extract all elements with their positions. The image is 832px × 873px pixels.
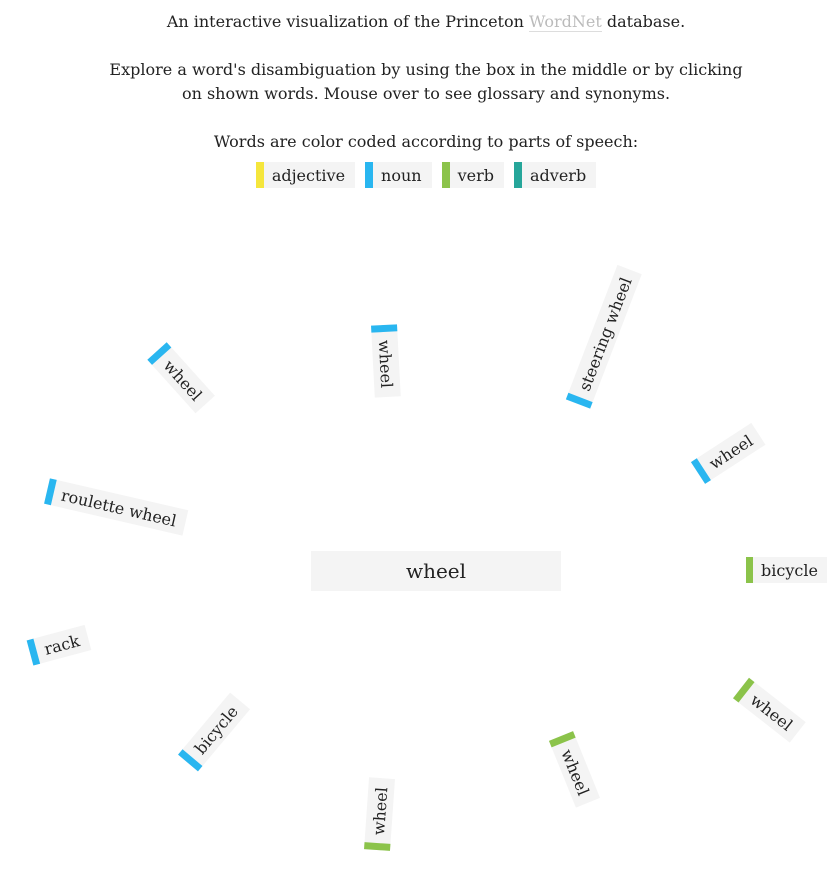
intro-instructions-b: on shown words. Mouse over to see glossa… — [181, 84, 671, 103]
verb-pos-bar — [364, 842, 391, 851]
verb-pos-bar — [548, 731, 576, 748]
intro-text-after-link: database. — [601, 12, 686, 31]
word-label: roulette wheel — [59, 485, 179, 531]
legend-label-noun: noun — [381, 165, 422, 185]
intro-text-before-link: An interactive visualization of the Prin… — [166, 12, 529, 31]
verb-color-swatch — [441, 162, 450, 188]
noun-pos-bar — [44, 478, 57, 506]
adverb-color-swatch — [514, 162, 522, 188]
word-item[interactable]: roulette wheel — [44, 478, 188, 536]
intro-line-2: Explore a word's disambiguation by using… — [0, 58, 832, 106]
verb-pos-bar — [746, 557, 753, 583]
word-label: wheel — [375, 339, 397, 389]
legend-label-adjective: adjective — [271, 165, 346, 185]
word-item[interactable]: steering wheel — [565, 264, 642, 409]
intro-line-1: An interactive visualization of the Prin… — [0, 10, 832, 34]
word-label: steering wheel — [574, 274, 636, 394]
word-label: wheel — [159, 355, 207, 405]
noun-pos-bar — [565, 392, 593, 409]
word-item[interactable]: rack — [26, 624, 92, 666]
pos-legend: adjective noun verb adverb — [0, 162, 832, 188]
noun-pos-bar — [371, 324, 398, 333]
legend-caption: Words are color coded according to parts… — [0, 130, 832, 154]
word-item[interactable]: wheel — [371, 324, 401, 398]
word-item[interactable]: bicycle — [746, 557, 827, 583]
word-label: bicycle — [761, 560, 818, 580]
word-search-input[interactable] — [311, 551, 561, 591]
word-label: wheel — [705, 430, 757, 473]
noun-pos-bar — [26, 638, 41, 666]
adjective-color-swatch — [255, 162, 264, 188]
wordnet-link[interactable]: WordNet — [529, 12, 602, 32]
legend-label-adverb: adverb — [530, 165, 587, 185]
word-item[interactable]: wheel — [364, 777, 395, 851]
noun-color-swatch — [365, 162, 374, 188]
legend-item-adjective[interactable]: adjective — [255, 162, 356, 188]
word-label: wheel — [368, 786, 391, 836]
legend-caption-text: Words are color coded according to parts… — [213, 132, 639, 151]
legend-item-noun[interactable]: noun — [365, 162, 432, 188]
intro-instructions-a: Explore a word's disambiguation by using… — [109, 60, 743, 79]
word-item[interactable]: wheel — [548, 731, 601, 808]
word-item[interactable]: wheel — [690, 422, 766, 484]
word-label: wheel — [746, 689, 797, 735]
word-item[interactable]: bicycle — [178, 692, 250, 772]
legend-label-verb: verb — [457, 165, 494, 185]
legend-item-verb[interactable]: verb — [441, 162, 504, 188]
word-label: wheel — [557, 746, 594, 799]
word-item[interactable]: wheel — [147, 342, 215, 414]
word-item[interactable]: wheel — [732, 677, 806, 743]
word-label: bicycle — [190, 701, 242, 758]
word-label: rack — [42, 630, 82, 659]
legend-item-adverb[interactable]: adverb — [514, 162, 597, 188]
